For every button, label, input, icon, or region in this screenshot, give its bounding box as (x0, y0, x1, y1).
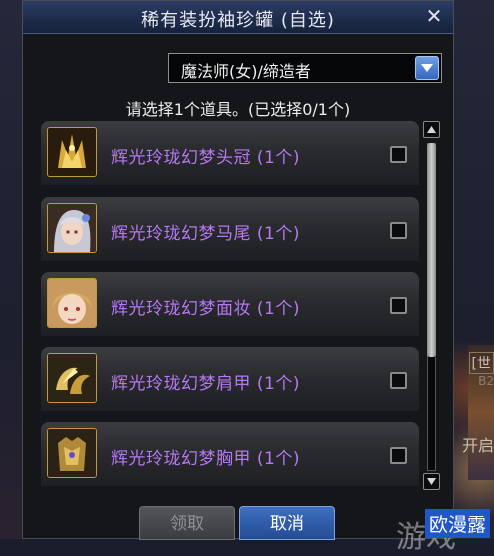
background-open-text: 开启 (461, 436, 494, 455)
close-button[interactable]: ✕ (423, 4, 445, 28)
chest-armor-icon (47, 428, 97, 478)
item-checkbox[interactable] (390, 222, 407, 239)
list-item[interactable]: 辉光玲珑幻梦头冠 (1个) (41, 121, 419, 185)
scroll-up-button[interactable] (423, 121, 440, 138)
background-label-fragment: [世 (468, 352, 494, 374)
item-name: 辉光玲珑幻梦头冠 (1个) (111, 148, 300, 168)
class-select[interactable]: 魔法师(女)/缔造者 (168, 53, 442, 83)
item-name: 辉光玲珑幻梦肩甲 (1个) (111, 374, 300, 394)
arrow-down-icon (427, 478, 436, 485)
shoulder-armor-icon (47, 353, 97, 403)
dialog-title-bar[interactable]: 稀有装扮袖珍罐 (自选) ✕ (23, 1, 453, 34)
item-checkbox[interactable] (390, 297, 407, 314)
crown-icon (47, 127, 97, 177)
item-checkbox[interactable] (390, 447, 407, 464)
scroll-thumb[interactable] (427, 143, 436, 357)
arrow-up-icon (427, 126, 436, 133)
selection-prompt: 请选择1个道具。(已选择0/1个) (125, 100, 351, 119)
scroll-down-button[interactable] (423, 473, 440, 490)
list-item[interactable]: 辉光玲珑幻梦面妆 (1个) (41, 272, 419, 336)
ponytail-avatar-icon (47, 203, 97, 253)
watermark-badge: 欧漫露 (424, 509, 490, 538)
dropdown-button[interactable] (415, 56, 439, 80)
list-item[interactable]: 辉光玲珑幻梦肩甲 (1个) (41, 347, 419, 411)
item-checkbox[interactable] (390, 146, 407, 163)
item-name: 辉光玲珑幻梦胸甲 (1个) (111, 449, 300, 469)
cancel-button[interactable]: 取消 (239, 506, 335, 540)
item-list: 辉光玲珑幻梦头冠 (1个) 辉光玲珑幻梦马尾 (1个) 辉光玲珑幻梦面妆 (1个… (41, 121, 421, 493)
item-checkbox[interactable] (390, 372, 407, 389)
dialog-title: 稀有装扮袖珍罐 (自选) (141, 10, 335, 31)
item-name: 辉光玲珑幻梦马尾 (1个) (111, 224, 300, 244)
list-item[interactable]: 辉光玲珑幻梦胸甲 (1个) (41, 422, 419, 486)
list-item[interactable]: 辉光玲珑幻梦马尾 (1个) (41, 197, 419, 261)
item-name: 辉光玲珑幻梦面妆 (1个) (111, 299, 300, 319)
item-list-scrollbar[interactable] (423, 121, 440, 493)
background-label-fragment-2: B2 (478, 374, 494, 388)
selection-dialog: 稀有装扮袖珍罐 (自选) ✕ 魔法师(女)/缔造者 请选择1个道具。(已选择0/… (22, 0, 454, 540)
receive-button[interactable]: 领取 (139, 506, 235, 540)
face-makeup-avatar-icon (47, 278, 97, 328)
chevron-down-icon (421, 64, 433, 72)
class-select-value: 魔法师(女)/缔造者 (181, 62, 311, 81)
